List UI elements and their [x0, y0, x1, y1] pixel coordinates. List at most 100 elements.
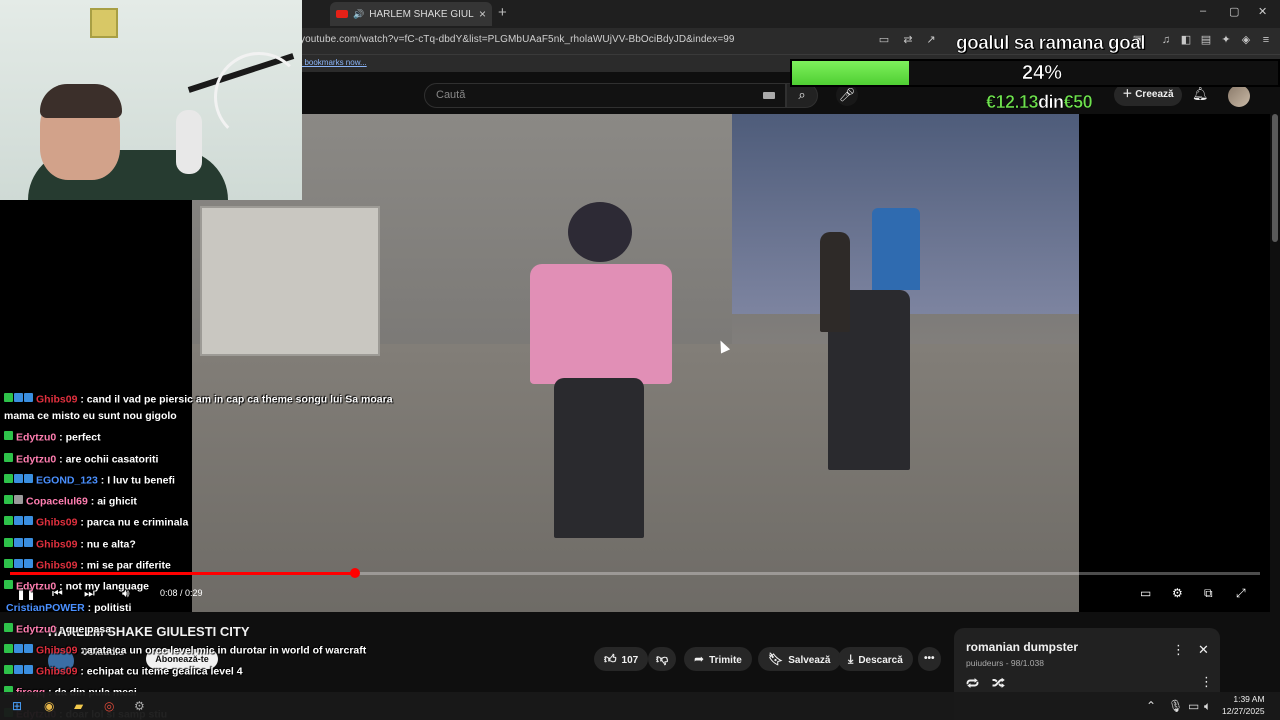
dislike-button[interactable]: 👎︎ [648, 647, 677, 671]
system-clock[interactable]: 1:39 AM 12/27/2025 [1222, 693, 1265, 717]
video-scene-helmet [568, 202, 632, 262]
speaker-icon: 🔊 [353, 8, 365, 19]
chat-username[interactable]: CristianPOWER [6, 602, 85, 614]
loop-icon[interactable]: 🔁︎ [966, 674, 979, 693]
chat-username[interactable]: Edytzu0 [16, 623, 56, 635]
donation-progress-bar: 24% [790, 59, 1280, 87]
chat-badge-icon [14, 665, 23, 675]
chat-username[interactable]: Ghibs09 [36, 665, 77, 677]
download-button[interactable]: ⤓ Descarcă [838, 647, 913, 671]
file-explorer-icon[interactable]: ▰ [74, 699, 83, 713]
network-icon[interactable]: ▭ [1188, 699, 1199, 713]
chat-badge-icon [14, 558, 23, 568]
captions-icon[interactable]: ▭ [1140, 586, 1151, 600]
fullscreen-icon[interactable]: ⤢ [1236, 586, 1246, 601]
webcam-wall-frame [90, 8, 118, 38]
chat-username[interactable]: Edytzu0 [16, 581, 56, 593]
browser-tab[interactable]: 🔊 HARLEM SHAKE GIULESTI CITY × [330, 2, 492, 26]
close-tab-icon[interactable]: × [479, 7, 486, 21]
chat-badge-icon [14, 393, 23, 402]
chat-username[interactable]: Ghibs09 [36, 538, 77, 550]
steam-icon[interactable]: ⚙ [134, 699, 145, 713]
share-button[interactable]: ➦ Trimite [684, 647, 752, 671]
chat-message: Edytzu0 : are ochii casatoriti [0, 449, 420, 470]
chat-username[interactable]: Edytzu0 [16, 453, 56, 465]
chat-username[interactable]: Edytzu0 [16, 432, 56, 444]
keyboard-icon[interactable] [763, 92, 775, 99]
new-tab-icon[interactable]: + [498, 4, 507, 21]
shuffle-icon[interactable]: 🔀︎ [992, 674, 1005, 693]
chat-badge-icon [4, 393, 13, 402]
chat-badge-icon [24, 393, 33, 402]
close-window-icon[interactable]: ✕ [1258, 5, 1267, 18]
chat-badge-icon [14, 643, 23, 653]
chat-badge-icon [4, 473, 13, 483]
chat-badge-icon [14, 516, 23, 526]
chat-badge-icon [24, 537, 33, 547]
chat-badges [4, 391, 34, 408]
miniplayer-icon[interactable]: ⧉ [1204, 586, 1213, 601]
chat-badge-icon [14, 473, 23, 483]
chat-badge-icon [4, 537, 13, 547]
settings-icon[interactable]: ⚙ [1172, 586, 1183, 600]
donation-goal-title: goalul sa ramana goal [956, 33, 1146, 55]
chat-message: Edytzu0 : perfect [0, 427, 420, 448]
save-button[interactable]: 🔖︎ Salvează [758, 647, 841, 671]
playlist-title[interactable]: romanian dumpster [966, 640, 1078, 654]
chat-text: : are ochii casatoriti [56, 452, 159, 465]
tray-chevron-icon[interactable]: ⌃ [1146, 699, 1156, 713]
clock-date: 12/27/2025 [1222, 706, 1265, 716]
webcam-microphone [176, 110, 202, 174]
chat-username[interactable]: EGOND_123 [36, 474, 98, 486]
obs-icon[interactable]: ◎ [104, 699, 114, 713]
chat-message: Ghibs09 : nu e alta? [0, 534, 420, 555]
download-icon: ⤓ [848, 652, 854, 666]
minimize-icon[interactable]: – [1200, 5, 1206, 17]
chat-username[interactable]: Ghibs09 [36, 393, 77, 405]
chat-badge-icon [4, 495, 13, 505]
chat-text: : politisti [84, 601, 132, 614]
like-button[interactable]: 👍︎ 107 [594, 647, 649, 671]
maximize-icon[interactable]: ▢ [1229, 5, 1239, 18]
chat-badge-icon [4, 558, 13, 568]
playlist-subtitle: puiudeurs - 98/1.038 [966, 658, 1044, 668]
chat-username[interactable]: Ghibs09 [36, 644, 77, 656]
more-actions-button[interactable]: ••• [918, 647, 941, 671]
chat-badge-icon [4, 622, 13, 632]
chat-badges [4, 429, 14, 446]
tab-title: HARLEM SHAKE GIULESTI CITY [369, 8, 474, 20]
chat-text: : que pasa [56, 622, 112, 635]
chat-username[interactable]: Ghibs09 [36, 517, 77, 529]
thumbs-up-icon: 👍︎ [604, 652, 617, 666]
chat-badges [4, 663, 34, 680]
chat-badge-icon [24, 473, 33, 483]
import-bookmarks-link[interactable]: t bookmarks now... [300, 58, 367, 67]
chat-text: : echipat cu iteme gealica level 4 [77, 665, 243, 678]
speaker-tray-icon[interactable]: 🔈︎ [1204, 699, 1211, 714]
chat-badge-icon [24, 558, 33, 568]
chat-username[interactable]: Ghibs09 [36, 559, 77, 571]
chrome-icon[interactable]: ◉ [44, 699, 54, 713]
windows-start-icon[interactable]: ⊞ [12, 699, 22, 713]
chat-message: Ghibs09 : arata ca un orcc level mic in … [0, 640, 420, 661]
page-scrollbar[interactable] [1272, 114, 1278, 242]
screen: 🔊 HARLEM SHAKE GIULESTI CITY × + – ▢ ✕ y… [0, 0, 1280, 720]
playlist-more-icon[interactable]: ⋮ [1200, 674, 1213, 690]
playlist-menu-icon[interactable]: ⋮ [1172, 642, 1185, 658]
chat-badges [4, 642, 34, 659]
chat-text: : not my language [56, 580, 150, 593]
chat-username[interactable]: Copacelul69 [26, 495, 88, 507]
donation-amount: €12.13din€50 [986, 92, 1093, 113]
save-label: Salvează [788, 655, 831, 666]
chat-message: EGOND_123 : I luv tu benefi [0, 470, 420, 491]
search-input[interactable]: Caută [424, 83, 786, 108]
donation-percent: 24% [1021, 62, 1063, 85]
chat-overlay: Ghibs09 : cand il vad pe piersic am in c… [0, 389, 420, 720]
tray-mic-icon[interactable]: 🎙︎ [1168, 699, 1183, 713]
chat-message: Edytzu0 : not my language [0, 576, 420, 597]
chat-badge-icon [4, 516, 13, 526]
share-label: Trimite [709, 655, 742, 666]
url-text[interactable]: youtube.com/watch?v=fC-cTq-dbdY&list=PLG… [300, 34, 735, 45]
playlist-close-icon[interactable]: ✕ [1198, 642, 1209, 658]
download-label: Descarcă [858, 655, 903, 666]
